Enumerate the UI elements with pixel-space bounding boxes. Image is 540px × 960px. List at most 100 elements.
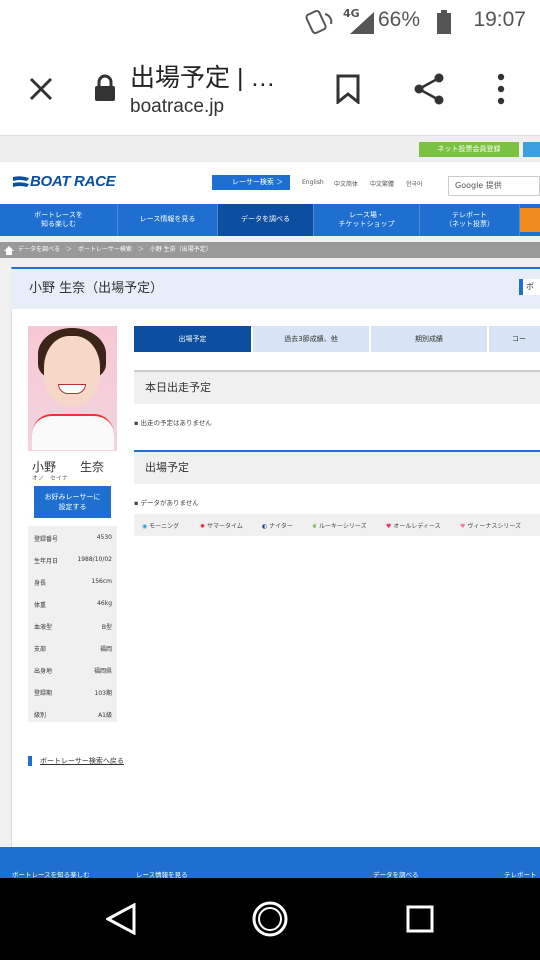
profile-value: 46kg	[97, 600, 112, 607]
racer-kana: オノ セイナ	[32, 475, 68, 482]
browser-app-bar: 出場予定 | … boatrace.jp	[0, 44, 540, 136]
photo-shirt	[32, 414, 114, 450]
side-tab[interactable]: ボ	[519, 279, 540, 295]
profile-label: 登録番号	[34, 536, 59, 543]
profile-value: 156cm	[91, 578, 112, 585]
profile-row: 登録期 103期	[34, 688, 112, 697]
schedule-note-text: データがありません	[140, 499, 199, 507]
bookmark-icon[interactable]	[336, 74, 360, 104]
profile-label: 体重	[34, 602, 47, 609]
night-icon: ◐	[262, 523, 268, 530]
profile-value: 福岡	[99, 646, 112, 653]
today-note-text: 出走の予定はありません	[140, 419, 212, 427]
footer-link[interactable]: データを調べる	[373, 869, 419, 878]
back-to-search-link[interactable]: ボートレーサー検索へ戻る	[28, 756, 124, 766]
profile-value: B型	[101, 624, 112, 631]
close-icon[interactable]	[28, 76, 54, 102]
tab-course[interactable]: コー	[489, 326, 540, 352]
profile-row: 生年月日 1988/10/02	[34, 556, 112, 565]
schedule-heading: 出場予定	[134, 450, 540, 484]
share-icon[interactable]	[412, 72, 446, 106]
legend-rookie: ❦ ルーキーシリーズ	[312, 521, 367, 530]
wifi-calling-icon	[305, 9, 333, 35]
site-footer: ボートレースを知る楽しむ レース情報を見る データを調べる テレボート	[0, 847, 540, 878]
summer-icon: ✹	[200, 523, 206, 530]
main-nav: ボートレースを 知る楽しむ レース情報を見る データを調べる レース場・ チケッ…	[0, 204, 540, 236]
orange-nav-button[interactable]	[520, 208, 540, 232]
profile-row: 支部 福岡	[34, 644, 112, 653]
clock: 19:07	[473, 8, 526, 31]
racer-search-label: レーサー検索	[232, 178, 274, 186]
racer-page-heading: 小野 生奈（出場予定）	[11, 269, 540, 309]
lang-english[interactable]: English	[302, 179, 324, 186]
profile-row: 身長 156cm	[34, 578, 112, 587]
tab-term-results[interactable]: 期別成績	[371, 326, 487, 352]
url-text[interactable]: boatrace.jp	[130, 96, 224, 118]
profile-table: 登録番号 4530 生年月日 1988/10/02 身長 156cm 体重 46kg 血…	[28, 526, 117, 722]
profile-label: 支部	[34, 646, 47, 653]
profile-value: 福岡県	[93, 668, 112, 675]
profile-value: 4530	[96, 534, 112, 541]
recents-icon[interactable]	[406, 905, 434, 933]
profile-row: 出身地 福岡県	[34, 666, 112, 675]
legend-label: ヴィーナスシリーズ	[467, 523, 522, 530]
login-button[interactable]	[523, 142, 540, 157]
tab-past-results[interactable]: 過去3節成績、他	[253, 326, 369, 352]
battery-percent: 66%	[377, 8, 420, 31]
logo-text: BOAT RACE	[30, 173, 116, 190]
racer-tabs: 出場予定 過去3節成績、他 期別成績 コー	[134, 326, 540, 352]
footer-link[interactable]: テレボート	[504, 869, 537, 878]
lang-chinese-traditional[interactable]: 中文繁體	[370, 179, 394, 188]
legend-label: サマータイム	[206, 523, 243, 530]
footer-link[interactable]: ボートレースを知る楽しむ	[12, 869, 90, 878]
legend-label: ナイター	[269, 523, 293, 530]
nav-data[interactable]: データを調べる	[218, 204, 314, 236]
profile-row: 級別 A1級	[34, 710, 112, 719]
home-icon[interactable]	[4, 246, 14, 255]
profile-value: 1988/10/02	[77, 556, 112, 563]
race-type-legend: ◉ モーニング ✹ サマータイム ◐ ナイター ❦ ルーキーシリーズ ♥ オール…	[134, 514, 540, 536]
lang-chinese-simplified[interactable]: 中文简体	[334, 179, 358, 188]
nav-boatrace-enjoy[interactable]: ボートレースを 知る楽しむ	[0, 204, 118, 236]
google-search-input[interactable]: Google 提供	[448, 176, 540, 196]
nav-race-venue[interactable]: レース場・ チケットショップ	[314, 204, 420, 236]
nav-race-info[interactable]: レース情報を見る	[118, 204, 218, 236]
venus-icon: ♥	[460, 523, 466, 530]
today-heading: 本日出走予定	[134, 370, 540, 404]
more-options-icon[interactable]	[494, 72, 508, 106]
lock-icon	[95, 74, 115, 101]
morning-icon: ◉	[142, 523, 148, 530]
schedule-note: ▪ データがありません	[134, 499, 199, 507]
web-content: ネット投票会員登録 BOAT RACE レーサー検索 ＞ English 中文简…	[0, 136, 540, 878]
photo-face	[44, 336, 100, 406]
back-icon[interactable]	[106, 903, 136, 935]
lang-korean[interactable]: 한국어	[406, 179, 423, 188]
breadcrumb[interactable]: データを調べる ＞ ボートレーサー検索 ＞ 小野 生奈（出場予定）	[0, 242, 540, 258]
status-bar: 4G 66% 19:07	[0, 0, 540, 44]
boat-logo-icon	[13, 176, 29, 187]
home-button-icon[interactable]	[252, 901, 288, 937]
profile-row: 血液型 B型	[34, 622, 112, 631]
racer-search-button[interactable]: レーサー検索 ＞	[212, 175, 290, 190]
site-logo[interactable]: BOAT RACE	[12, 173, 116, 190]
profile-label: 生年月日	[34, 558, 59, 565]
system-nav-bar	[0, 878, 540, 960]
favorite-racer-label: お好みレーサーに 設定する	[44, 493, 101, 511]
legend-morning: ◉ モーニング	[142, 521, 179, 530]
page-title: 出場予定 | …	[130, 64, 276, 92]
register-button[interactable]: ネット投票会員登録	[419, 142, 519, 157]
ladies-icon: ♥	[386, 523, 392, 530]
battery-icon	[437, 10, 451, 34]
tab-schedule[interactable]: 出場予定	[134, 326, 251, 352]
profile-row: 体重 46kg	[34, 600, 112, 609]
footer-link[interactable]: レース情報を見る	[136, 869, 188, 878]
nav-teleboat[interactable]: テレボート （ネット投票）	[420, 204, 520, 236]
legend-label: モーニング	[149, 523, 180, 530]
profile-label: 身長	[34, 580, 47, 587]
profile-label: 出身地	[34, 668, 53, 675]
legend-label: ルーキーシリーズ	[318, 523, 367, 530]
favorite-racer-button[interactable]: お好みレーサーに 設定する	[34, 486, 111, 518]
signal-icon	[350, 12, 374, 34]
rookie-icon: ❦	[312, 523, 318, 530]
profile-value: 103期	[94, 690, 112, 697]
